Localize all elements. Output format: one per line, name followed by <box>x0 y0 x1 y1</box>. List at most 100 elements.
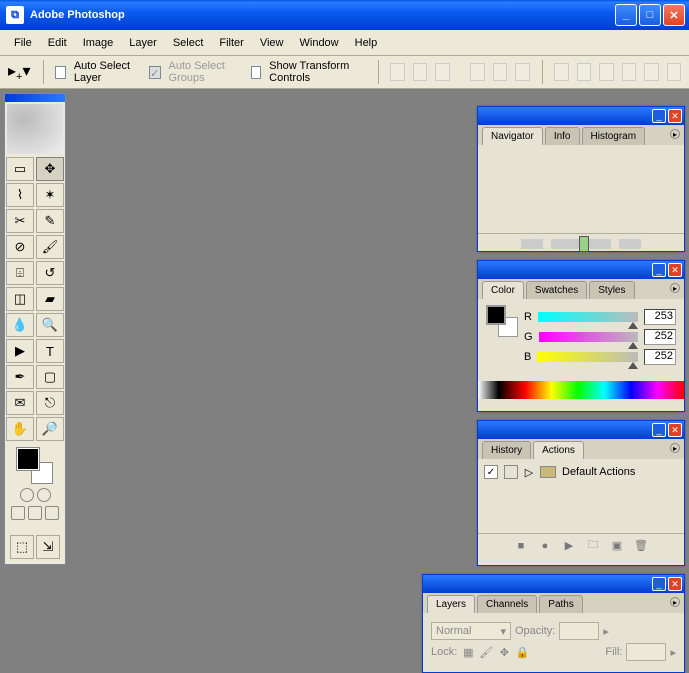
actions-minimize-button[interactable]: _ <box>652 423 666 437</box>
color-swatch[interactable] <box>17 448 53 484</box>
foreground-color-swatch[interactable] <box>17 448 39 470</box>
edit-imageready-button[interactable]: ⇲ <box>36 535 60 559</box>
color-minimize-button[interactable]: _ <box>652 263 666 277</box>
actions-panel-titlebar[interactable]: _ ✕ <box>478 421 684 439</box>
tab-histogram[interactable]: Histogram <box>582 127 646 145</box>
align-left-button[interactable] <box>470 63 484 81</box>
maximize-button[interactable]: □ <box>639 4 661 26</box>
navigator-panel-titlebar[interactable]: _ ✕ <box>478 107 684 125</box>
menu-help[interactable]: Help <box>347 33 386 53</box>
lasso-tool[interactable]: ⌇ <box>6 183 34 207</box>
type-tool[interactable]: T <box>36 339 64 363</box>
color-panel-titlebar[interactable]: _ ✕ <box>478 261 684 279</box>
color-spectrum-bar[interactable] <box>478 381 684 399</box>
notes-tool[interactable]: ✉ <box>6 391 34 415</box>
layers-panel-titlebar[interactable]: _ ✕ <box>423 575 684 593</box>
navigator-flyout-button[interactable]: ▸ <box>670 129 680 139</box>
tab-navigator[interactable]: Navigator <box>482 127 543 145</box>
eyedropper-tool[interactable]: ⎋ <box>36 391 64 415</box>
align-hcenter-button[interactable] <box>493 63 507 81</box>
screen-full-button[interactable] <box>45 506 59 520</box>
b-value[interactable]: 252 <box>644 349 676 365</box>
distribute-top-button[interactable] <box>554 63 568 81</box>
menu-edit[interactable]: Edit <box>40 33 75 53</box>
move-tool-preset-icon[interactable]: ▸+▾ <box>8 61 31 83</box>
new-action-button[interactable]: ▣ <box>610 539 624 553</box>
brush-tool[interactable]: 🖌 <box>36 235 64 259</box>
g-value[interactable]: 252 <box>644 329 676 345</box>
align-top-button[interactable] <box>390 63 404 81</box>
navigator-minimize-button[interactable]: _ <box>652 109 666 123</box>
menu-window[interactable]: Window <box>292 33 347 53</box>
menu-layer[interactable]: Layer <box>121 33 165 53</box>
zoom-tool[interactable]: 🔎 <box>36 417 64 441</box>
menu-view[interactable]: View <box>252 33 292 53</box>
tab-actions[interactable]: Actions <box>533 441 584 459</box>
align-right-button[interactable] <box>515 63 529 81</box>
color-flyout-button[interactable]: ▸ <box>670 283 680 293</box>
quickmask-mode-button[interactable] <box>37 488 51 502</box>
tab-styles[interactable]: Styles <box>589 281 634 299</box>
tab-color[interactable]: Color <box>482 281 524 299</box>
actions-close-button[interactable]: ✕ <box>668 423 682 437</box>
r-slider[interactable] <box>538 312 638 322</box>
g-slider[interactable] <box>539 332 638 342</box>
stop-action-button[interactable]: ■ <box>514 539 528 553</box>
color-fgbg-swatch[interactable] <box>486 305 518 337</box>
show-transform-checkbox[interactable] <box>251 66 262 79</box>
tab-layers[interactable]: Layers <box>427 595 475 613</box>
play-action-button[interactable]: ▶ <box>562 539 576 553</box>
b-slider[interactable] <box>537 352 638 362</box>
zoom-in-icon[interactable] <box>619 239 641 249</box>
menu-filter[interactable]: Filter <box>211 33 251 53</box>
screen-standard-button[interactable] <box>11 506 25 520</box>
move-tool[interactable]: ✥ <box>36 157 64 181</box>
history-brush-tool[interactable]: ↺ <box>36 261 64 285</box>
distribute-right-button[interactable] <box>667 63 681 81</box>
actions-flyout-button[interactable]: ▸ <box>670 443 680 453</box>
zoom-out-icon[interactable] <box>521 239 543 249</box>
edit-standard-button[interactable]: ⬚ <box>10 535 34 559</box>
tab-channels[interactable]: Channels <box>477 595 537 613</box>
toolbox-titlebar[interactable] <box>5 94 65 102</box>
action-set-row[interactable]: ✓ ▷ Default Actions <box>482 463 680 481</box>
distribute-hcenter-button[interactable] <box>644 63 658 81</box>
tab-paths[interactable]: Paths <box>539 595 583 613</box>
blur-tool[interactable]: 💧 <box>6 313 34 337</box>
distribute-bottom-button[interactable] <box>599 63 613 81</box>
layers-flyout-button[interactable]: ▸ <box>670 597 680 607</box>
marquee-tool[interactable]: ▭ <box>6 157 34 181</box>
crop-tool[interactable]: ✂ <box>6 209 34 233</box>
expand-icon[interactable]: ▷ <box>524 466 534 479</box>
menu-file[interactable]: File <box>6 33 40 53</box>
tab-swatches[interactable]: Swatches <box>526 281 587 299</box>
menu-image[interactable]: Image <box>75 33 122 53</box>
shape-tool[interactable]: ▢ <box>36 365 64 389</box>
zoom-slider[interactable] <box>551 239 611 249</box>
hand-tool[interactable]: ✋ <box>6 417 34 441</box>
minimize-button[interactable]: _ <box>615 4 637 26</box>
action-toggle-checkbox[interactable]: ✓ <box>484 465 498 479</box>
layers-minimize-button[interactable]: _ <box>652 577 666 591</box>
tab-history[interactable]: History <box>482 441 531 459</box>
standard-mode-button[interactable] <box>20 488 34 502</box>
path-selection-tool[interactable]: ▶ <box>6 339 34 363</box>
align-vcenter-button[interactable] <box>413 63 427 81</box>
record-action-button[interactable]: ● <box>538 539 552 553</box>
gradient-tool[interactable]: ▰ <box>36 287 64 311</box>
new-set-button[interactable]: 🗀 <box>586 539 600 553</box>
slice-tool[interactable]: ✎ <box>36 209 64 233</box>
delete-action-button[interactable]: 🗑 <box>634 539 648 553</box>
dodge-tool[interactable]: 🔍 <box>36 313 64 337</box>
healing-brush-tool[interactable]: ⊘ <box>6 235 34 259</box>
tab-info[interactable]: Info <box>545 127 580 145</box>
magic-wand-tool[interactable]: ✶ <box>36 183 64 207</box>
clone-stamp-tool[interactable]: ⌹ <box>6 261 34 285</box>
distribute-vcenter-button[interactable] <box>577 63 591 81</box>
align-bottom-button[interactable] <box>435 63 449 81</box>
color-close-button[interactable]: ✕ <box>668 263 682 277</box>
pen-tool[interactable]: ✒ <box>6 365 34 389</box>
action-dialog-checkbox[interactable] <box>504 465 518 479</box>
eraser-tool[interactable]: ◫ <box>6 287 34 311</box>
screen-full-menu-button[interactable] <box>28 506 42 520</box>
